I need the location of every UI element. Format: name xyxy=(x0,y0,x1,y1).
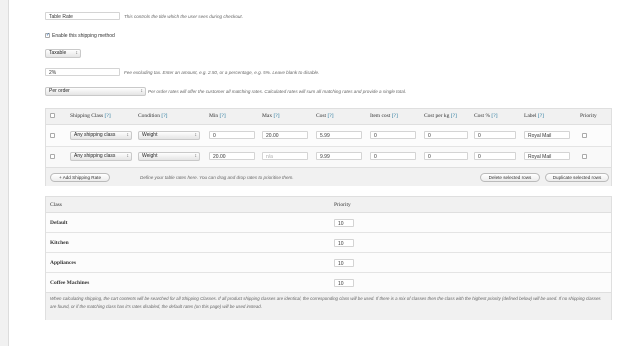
class-priority-input[interactable]: 10 xyxy=(334,219,354,227)
select-arrows-icon: ↕ xyxy=(75,50,79,56)
header-priority: Priority xyxy=(580,113,597,119)
row-select-checkbox[interactable] xyxy=(50,133,55,138)
rates-footer-hint: Define your table rates here. You can dr… xyxy=(140,175,294,180)
help-icon[interactable]: [?] xyxy=(273,113,279,119)
class-priorities-note: When calculating shipping, the cart cont… xyxy=(50,296,601,309)
condition-select[interactable]: Weight ↕ xyxy=(138,131,200,140)
header-max: Max [?] xyxy=(262,113,280,119)
enable-label: Enable this shipping method xyxy=(52,33,115,39)
header-label: Label [?] xyxy=(524,113,545,119)
header-cost: Cost [?] xyxy=(316,113,334,119)
calculation-type-value: Per order xyxy=(49,88,70,94)
method-title-input[interactable]: Table Rate xyxy=(45,12,120,20)
row-divider xyxy=(46,252,611,253)
row-divider xyxy=(46,232,611,233)
header-shipping-class: Shipping Class [?] xyxy=(70,113,111,119)
label-input[interactable]: Royal Mail xyxy=(524,131,570,139)
delete-selected-rows-button[interactable]: Delete selected rows xyxy=(480,173,540,182)
help-icon[interactable]: [?] xyxy=(220,113,226,119)
class-name-appliances: Appliances xyxy=(50,260,76,266)
calculation-type-description: Per order rates will offer the customer … xyxy=(148,89,407,94)
select-all-checkbox[interactable] xyxy=(50,113,55,118)
help-icon[interactable]: [?] xyxy=(327,113,333,119)
row-select-checkbox[interactable] xyxy=(50,154,55,159)
handling-fee-description: Fee excluding tax. Enter an amount, e.g.… xyxy=(124,70,320,75)
tax-status-value: Taxable xyxy=(49,50,67,56)
select-arrows-icon: ↕ xyxy=(194,132,198,138)
item-cost-input[interactable]: 0 xyxy=(370,152,416,160)
max-input[interactable]: n/a xyxy=(262,152,308,160)
header-class: Class xyxy=(50,202,62,208)
header-cost-percent: Cost % [?] xyxy=(474,113,498,119)
priority-checkbox[interactable] xyxy=(582,154,587,159)
cost-per-kg-input[interactable]: 0 xyxy=(424,131,468,139)
calculation-type-select[interactable]: Per order ↕ xyxy=(45,87,146,96)
cost-input[interactable]: 5.99 xyxy=(316,131,362,139)
header-cost-per-kg: Cost per kg [?] xyxy=(424,113,457,119)
help-icon[interactable]: [?] xyxy=(451,113,457,119)
select-arrows-icon: ↕ xyxy=(126,132,130,138)
help-icon[interactable]: [?] xyxy=(161,113,167,119)
class-priorities-header xyxy=(46,197,611,213)
shipping-class-select[interactable]: Any shipping class ↕ xyxy=(70,152,132,161)
help-icon[interactable]: [?] xyxy=(392,113,398,119)
priority-checkbox[interactable] xyxy=(582,133,587,138)
header-class-priority: Priority xyxy=(334,202,351,208)
class-priority-input[interactable]: 10 xyxy=(334,279,354,287)
class-name-default: Default xyxy=(50,220,68,226)
enable-checkbox[interactable] xyxy=(45,32,50,38)
select-arrows-icon: ↕ xyxy=(140,88,144,94)
cost-input[interactable]: 9.99 xyxy=(316,152,362,160)
cost-per-kg-input[interactable]: 0 xyxy=(424,152,468,160)
max-input[interactable]: 20.00 xyxy=(262,131,308,139)
select-arrows-icon: ↕ xyxy=(194,153,198,159)
cost-percent-input[interactable]: 0 xyxy=(474,131,516,139)
select-arrows-icon: ↕ xyxy=(126,153,130,159)
shipping-class-select[interactable]: Any shipping class ↕ xyxy=(70,131,132,140)
tax-status-select[interactable]: Taxable ↕ xyxy=(45,49,81,58)
method-title-description: This controls the title which the user s… xyxy=(124,14,243,19)
min-input[interactable]: 20.00 xyxy=(209,152,255,160)
add-shipping-rate-button[interactable]: + Add Shipping Rate xyxy=(50,173,110,182)
duplicate-selected-rows-button[interactable]: Duplicate selected rows xyxy=(545,173,609,182)
header-condition: Condition [?] xyxy=(138,113,168,119)
label-input[interactable]: Royal Mail xyxy=(524,152,570,160)
row-divider xyxy=(46,272,611,273)
admin-sidebar-edge xyxy=(0,0,9,346)
class-name-kitchen: Kitchen xyxy=(50,240,69,246)
help-icon[interactable]: [?] xyxy=(491,113,497,119)
class-priority-input[interactable]: 10 xyxy=(334,259,354,267)
help-icon[interactable]: [?] xyxy=(538,113,544,119)
class-priority-input[interactable]: 10 xyxy=(334,239,354,247)
cost-percent-input[interactable]: 0 xyxy=(474,152,516,160)
header-min: Min [?] xyxy=(209,113,226,119)
min-input[interactable]: 0 xyxy=(209,131,255,139)
handling-fee-input[interactable]: 2% xyxy=(45,68,120,76)
class-name-coffee-machines: Coffee Machines xyxy=(50,280,90,286)
item-cost-input[interactable]: 0 xyxy=(370,131,416,139)
header-item-cost: Item cost [?] xyxy=(370,113,398,119)
condition-select[interactable]: Weight ↕ xyxy=(138,152,200,161)
help-icon[interactable]: [?] xyxy=(105,113,111,119)
